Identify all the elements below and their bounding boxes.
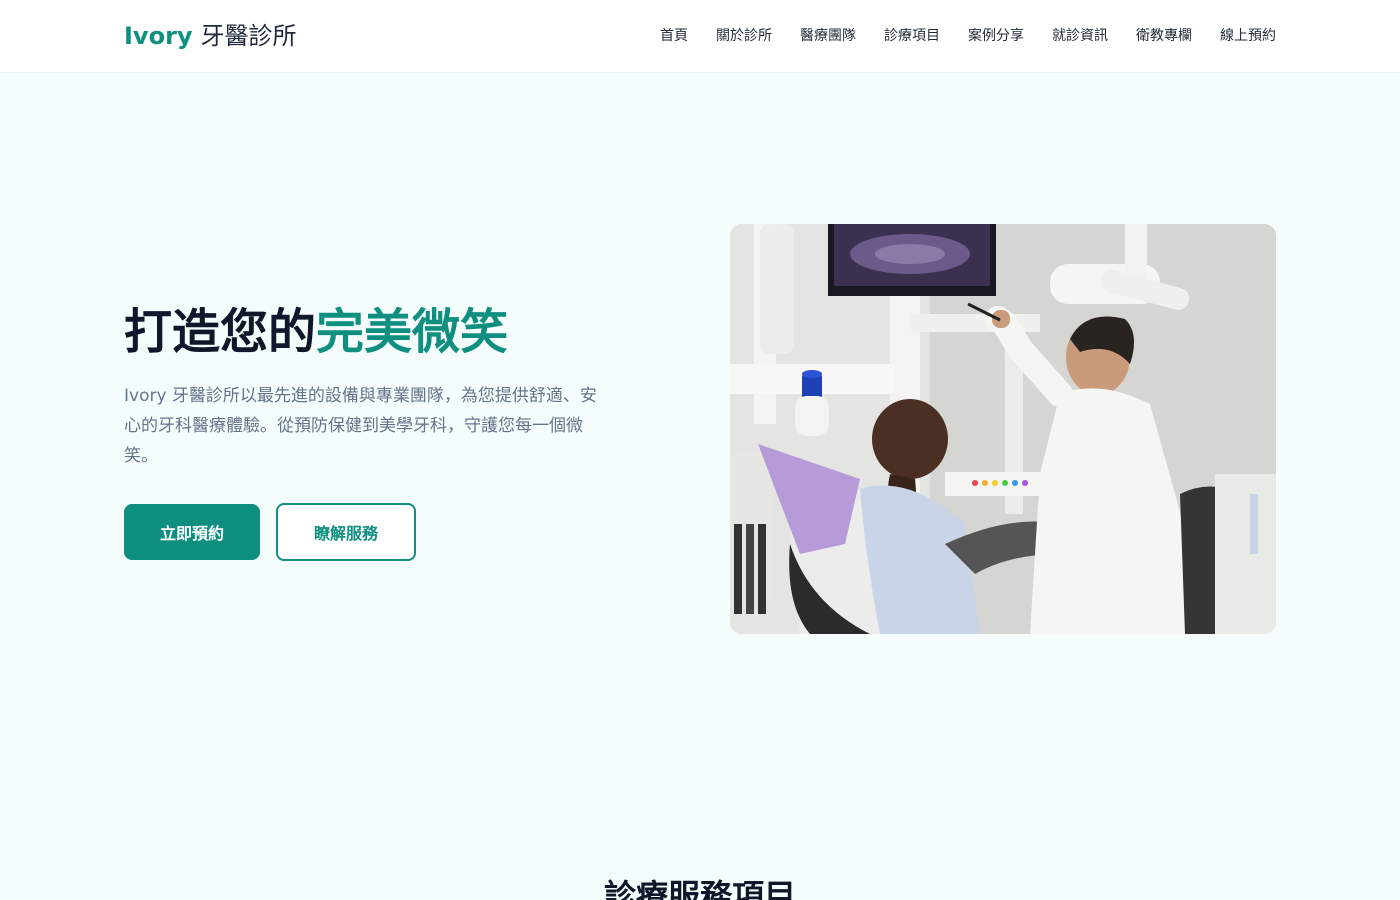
hero-title-accent: 完美微笑 [316,304,509,360]
site-header: Ivory 牙醫診所 首頁 關於診所 醫療團隊 診療項目 案例分享 就診資訊 衛… [0,0,1400,73]
learn-services-button[interactable]: 瞭解服務 [276,503,416,561]
brand-name-en: Ivory [124,22,193,50]
hero-image [730,224,1276,634]
hero-description: Ivory 牙醫診所以最先進的設備與專業團隊，為您提供舒適、安心的牙科醫療體驗。… [124,386,597,466]
hero-title: 打造您的完美微笑 [124,300,508,364]
nav-item-health-articles[interactable]: 衛教專欄 [1136,24,1192,48]
brand-logo[interactable]: Ivory 牙醫診所 [124,18,297,54]
nav-item-about[interactable]: 關於診所 [716,24,772,48]
book-now-button[interactable]: 立即預約 [124,504,260,560]
nav-item-visit-info[interactable]: 就診資訊 [1052,24,1108,48]
dental-clinic-photo [730,224,1276,634]
nav-item-team[interactable]: 醫療團隊 [800,24,856,48]
main-nav: 首頁 關於診所 醫療團隊 診療項目 案例分享 就診資訊 衛教專欄 線上預約 [660,24,1276,48]
nav-item-online-booking[interactable]: 線上預約 [1220,24,1276,48]
hero-title-main: 打造您的 [124,304,317,360]
brand-name-zh: 牙醫診所 [200,22,297,50]
services-section-title: 診療服務項目 [603,877,796,900]
nav-item-home[interactable]: 首頁 [660,24,688,48]
nav-item-services[interactable]: 診療項目 [884,24,940,48]
nav-item-cases[interactable]: 案例分享 [968,24,1024,48]
